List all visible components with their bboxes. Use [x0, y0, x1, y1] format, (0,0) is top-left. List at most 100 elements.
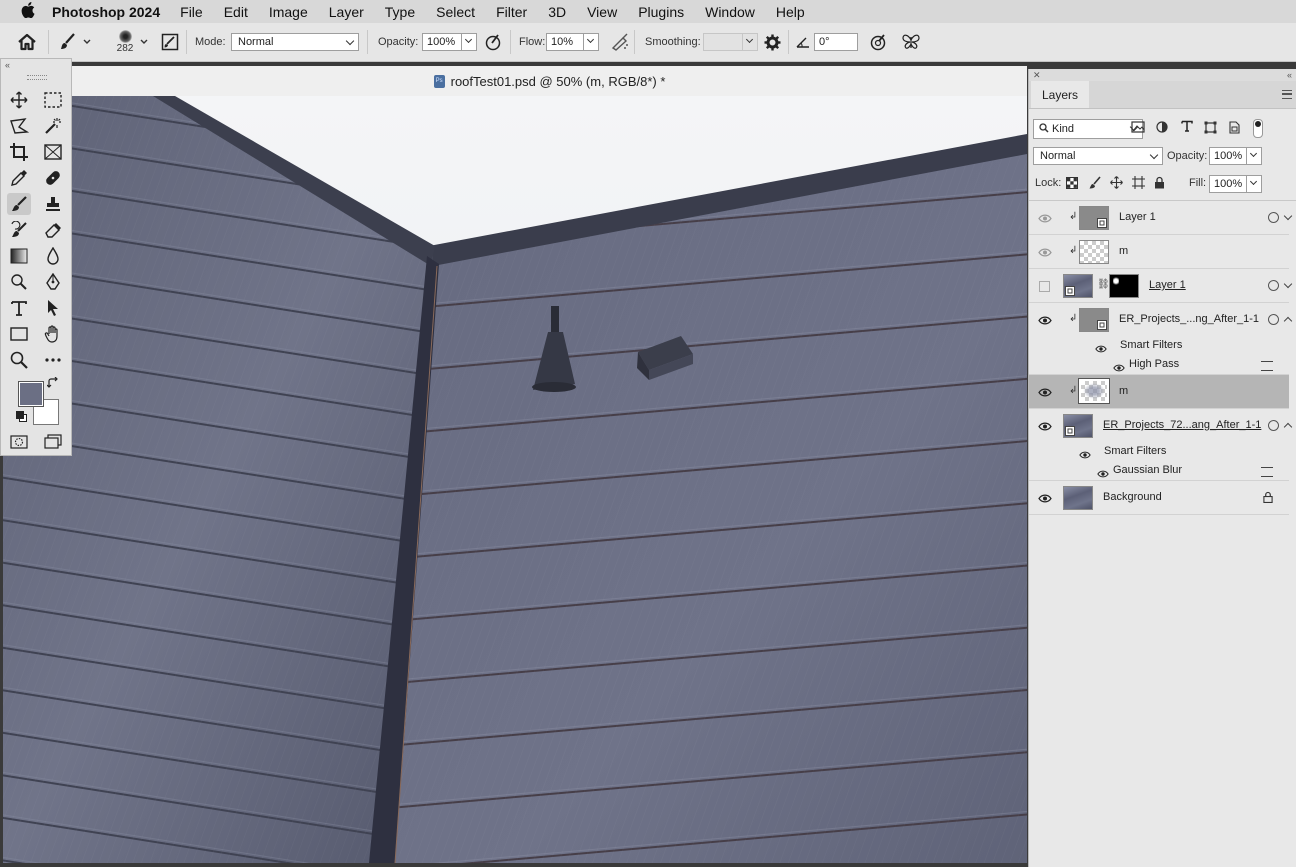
menu-filter[interactable]: Filter	[496, 4, 527, 20]
opacity-dropdown[interactable]	[462, 33, 477, 51]
symmetry-button[interactable]	[901, 23, 921, 61]
layer-row[interactable]: ER_Projects_72...ang_After_1-1	[1029, 409, 1293, 443]
flow-input[interactable]: 10%	[546, 33, 584, 51]
layer-row[interactable]: ↲ ER_Projects_...ng_After_1-1	[1029, 303, 1293, 337]
smoothing-dropdown[interactable]	[743, 33, 758, 51]
layer-row[interactable]: ↲ m	[1029, 235, 1289, 269]
visibility-off-box[interactable]	[1039, 281, 1050, 292]
filter-eye-icon[interactable]	[1097, 467, 1109, 481]
menu-select[interactable]: Select	[436, 4, 475, 20]
lasso-tool[interactable]	[7, 115, 31, 137]
more-tools[interactable]	[41, 349, 65, 371]
pen-tool[interactable]	[41, 271, 65, 293]
zoom-tool[interactable]	[7, 349, 31, 371]
layer-row[interactable]: Background	[1029, 481, 1289, 515]
menu-type[interactable]: Type	[385, 4, 415, 20]
filter-blending-options-icon[interactable]	[1261, 467, 1273, 477]
menu-view[interactable]: View	[587, 4, 617, 20]
smart-filters-eye-icon[interactable]	[1095, 342, 1107, 356]
brush-settings-toggle[interactable]	[161, 23, 179, 61]
layer-name[interactable]: Background	[1103, 491, 1162, 503]
smart-filters-eye-icon[interactable]	[1079, 448, 1091, 462]
menu-plugins[interactable]: Plugins	[638, 4, 684, 20]
gradient-tool[interactable]	[7, 245, 31, 267]
eraser-tool[interactable]	[41, 219, 65, 241]
move-tool[interactable]	[7, 89, 31, 111]
panel-menu-icon[interactable]	[1282, 90, 1292, 99]
lock-transparent-pixels[interactable]	[1066, 177, 1078, 192]
menu-help[interactable]: Help	[776, 4, 805, 20]
layer-opacity-dropdown[interactable]	[1247, 147, 1262, 165]
chevron-down-icon[interactable]	[1283, 279, 1293, 289]
angle-input[interactable]: 0°	[814, 33, 858, 51]
filter-row[interactable]: Gaussian Blur	[1029, 461, 1289, 481]
dodge-tool[interactable]	[7, 271, 31, 293]
filter-adjustment-layers[interactable]	[1156, 121, 1168, 136]
menu-window[interactable]: Window	[705, 4, 755, 20]
filter-kind-select[interactable]: Kind	[1033, 119, 1143, 139]
foreground-color-swatch[interactable]	[18, 381, 44, 407]
layer-opacity-input[interactable]: 100%	[1209, 147, 1247, 165]
mode-select[interactable]: Normal	[231, 33, 359, 51]
layer-name[interactable]: ER_Projects_...ng_After_1-1	[1119, 313, 1259, 325]
home-button[interactable]	[17, 23, 37, 61]
layer-name[interactable]: Layer 1	[1149, 279, 1186, 291]
filter-smart-objects[interactable]	[1228, 121, 1240, 137]
fill-input[interactable]: 100%	[1209, 175, 1247, 193]
layer-row[interactable]: ⛓ Layer 1	[1029, 269, 1293, 303]
chevron-up-icon[interactable]	[1283, 422, 1293, 432]
crop-tool[interactable]	[7, 141, 31, 163]
filter-type-layers[interactable]	[1181, 120, 1193, 136]
layer-row[interactable]: ↲ Layer 1	[1029, 201, 1293, 235]
visibility-eye-icon[interactable]	[1037, 247, 1053, 257]
lock-image-pixels[interactable]	[1088, 176, 1101, 193]
blur-tool[interactable]	[41, 245, 65, 267]
document-tab[interactable]: Ps roofTest01.psd @ 50% (m, RGB/8*) *	[72, 66, 1027, 97]
quick-mask-button[interactable]	[7, 431, 31, 453]
chevron-up-icon[interactable]	[1283, 316, 1293, 326]
menu-layer[interactable]: Layer	[329, 4, 364, 20]
menu-image[interactable]: Image	[269, 4, 308, 20]
layer-mask-thumbnail[interactable]	[1109, 274, 1139, 298]
screen-mode-button[interactable]	[41, 431, 65, 453]
smart-filters-row[interactable]: Smart Filters	[1029, 337, 1289, 355]
visibility-eye-icon[interactable]	[1037, 493, 1053, 503]
brush-size-picker[interactable]: 282	[112, 23, 138, 61]
type-tool[interactable]	[7, 297, 31, 319]
eyedropper-tool[interactable]	[7, 167, 31, 189]
brush-tool[interactable]	[7, 193, 31, 215]
magic-wand-tool[interactable]	[41, 115, 65, 137]
blend-mode-select[interactable]: Normal	[1033, 147, 1163, 165]
lock-artboard[interactable]	[1132, 176, 1145, 192]
path-selection-tool[interactable]	[41, 297, 65, 319]
visibility-eye-icon[interactable]	[1037, 421, 1053, 431]
pressure-opacity-button[interactable]	[484, 23, 502, 61]
fill-dropdown[interactable]	[1247, 175, 1262, 193]
menu-3d[interactable]: 3D	[548, 4, 566, 20]
layer-name[interactable]: ER_Projects_72...ang_After_1-1	[1103, 419, 1261, 431]
collapse-panel-icon[interactable]: «	[5, 60, 10, 70]
tab-layers[interactable]: Layers	[1031, 81, 1089, 108]
document-canvas[interactable]	[3, 96, 1027, 863]
collapse-panel-icon[interactable]: «	[1287, 70, 1292, 80]
brush-size-dropdown[interactable]	[139, 23, 149, 61]
lock-position[interactable]	[1110, 176, 1123, 192]
default-colors-button[interactable]	[16, 411, 27, 422]
healing-brush-tool[interactable]	[41, 167, 65, 189]
filter-row[interactable]: High Pass	[1029, 355, 1289, 375]
lock-all[interactable]	[1154, 176, 1165, 192]
frame-tool[interactable]	[41, 141, 65, 163]
visibility-eye-icon[interactable]	[1037, 315, 1053, 325]
clone-stamp-tool[interactable]	[41, 193, 65, 215]
close-panel-icon[interactable]: ✕	[1033, 70, 1041, 81]
filter-blending-options-icon[interactable]	[1261, 361, 1273, 371]
swap-colors-button[interactable]	[46, 376, 59, 392]
layer-name[interactable]: m	[1119, 385, 1128, 397]
menu-file[interactable]: File	[180, 4, 203, 20]
filter-shape-layers[interactable]	[1204, 121, 1217, 137]
history-brush-tool[interactable]	[7, 219, 31, 241]
panel-grip[interactable]	[27, 75, 47, 80]
airbrush-button[interactable]	[610, 23, 630, 61]
flow-dropdown[interactable]	[584, 33, 599, 51]
layer-row-selected[interactable]: ↲ m	[1029, 375, 1289, 409]
